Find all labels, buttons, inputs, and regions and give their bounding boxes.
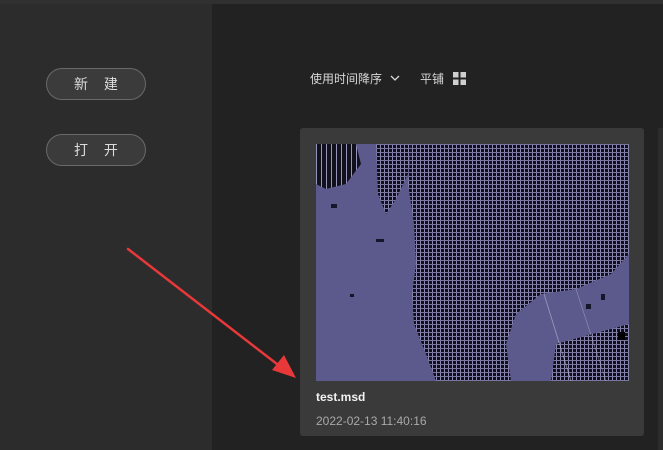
tile-label: 平铺 (420, 71, 445, 86)
sidebar: 新 建 打 开 (0, 4, 212, 450)
chevron-down-icon (390, 75, 400, 81)
app-window: 新 建 打 开 使用时间降序 平铺 test.msd 2022-02-13 11… (0, 0, 663, 450)
grid-icon (453, 71, 467, 85)
sort-label: 使用时间降序 (310, 71, 383, 86)
tile-view-toggle[interactable]: 平铺 (420, 70, 467, 87)
file-date: 2022-02-13 11:40:16 (316, 414, 427, 428)
map-thumbnail (316, 144, 629, 381)
file-name: test.msd (316, 390, 366, 404)
sort-dropdown[interactable]: 使用时间降序 (310, 70, 400, 87)
open-button[interactable]: 打 开 (46, 134, 146, 166)
map-thumbnail-image (316, 144, 629, 381)
file-card[interactable]: test.msd 2022-02-13 11:40:16 (300, 128, 644, 436)
toolbar: 使用时间降序 平铺 (310, 68, 467, 88)
scrollbar-track[interactable] (658, 128, 663, 450)
new-button[interactable]: 新 建 (46, 68, 146, 100)
